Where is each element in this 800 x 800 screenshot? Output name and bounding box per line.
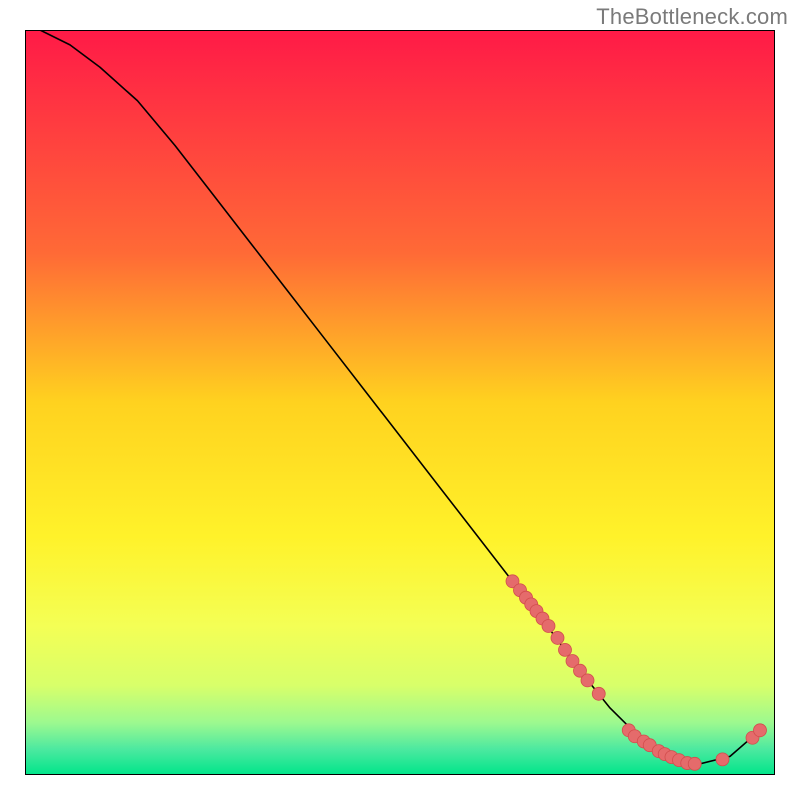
chart-svg (25, 30, 775, 775)
chart-container: TheBottleneck.com (0, 0, 800, 800)
plot-area (25, 30, 775, 775)
watermark-text: TheBottleneck.com (596, 4, 788, 30)
